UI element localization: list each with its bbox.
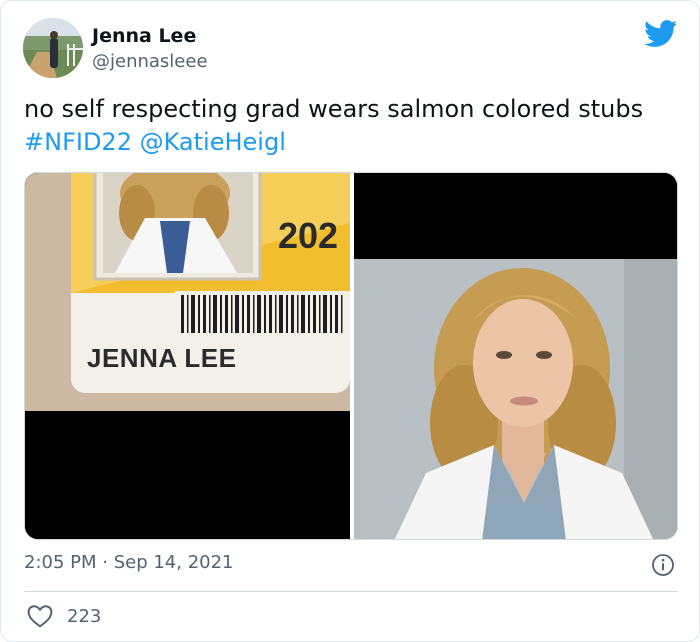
- tweet-media: 202 JENNA LEE: [24, 172, 678, 540]
- tweet-text: no self respecting grad wears salmon col…: [24, 93, 664, 159]
- id-card-photo[interactable]: 202 JENNA LEE: [25, 173, 350, 539]
- tweet-time: 2:05 PM: [24, 552, 97, 573]
- tweet-date: Sep 14, 2021: [113, 552, 234, 573]
- id-card-name: JENNA LEE: [87, 343, 237, 373]
- divider: [24, 591, 678, 592]
- heart-icon: [27, 604, 53, 628]
- twitter-bird-icon[interactable]: [644, 20, 678, 48]
- info-icon[interactable]: [651, 553, 675, 577]
- mention-link[interactable]: @KatieHeigl: [140, 128, 286, 156]
- author-handle[interactable]: @jennasleee: [92, 51, 208, 72]
- hashtag-link[interactable]: #NFID22: [24, 128, 132, 156]
- tweet-card: Jenna Lee @jennasleee no self respecting…: [0, 0, 700, 642]
- avatar[interactable]: [23, 18, 83, 78]
- timestamp-separator: ·: [96, 552, 114, 573]
- like-button[interactable]: 223: [27, 603, 101, 629]
- tweet-timestamp[interactable]: 2:05 PM · Sep 14, 2021: [24, 552, 234, 573]
- id-card-year: 202: [278, 215, 339, 256]
- tweet-body-text: no self respecting grad wears salmon col…: [24, 95, 644, 123]
- portrait-photo[interactable]: [354, 173, 677, 539]
- like-count: 223: [67, 605, 102, 627]
- author-display-name[interactable]: Jenna Lee: [92, 25, 196, 47]
